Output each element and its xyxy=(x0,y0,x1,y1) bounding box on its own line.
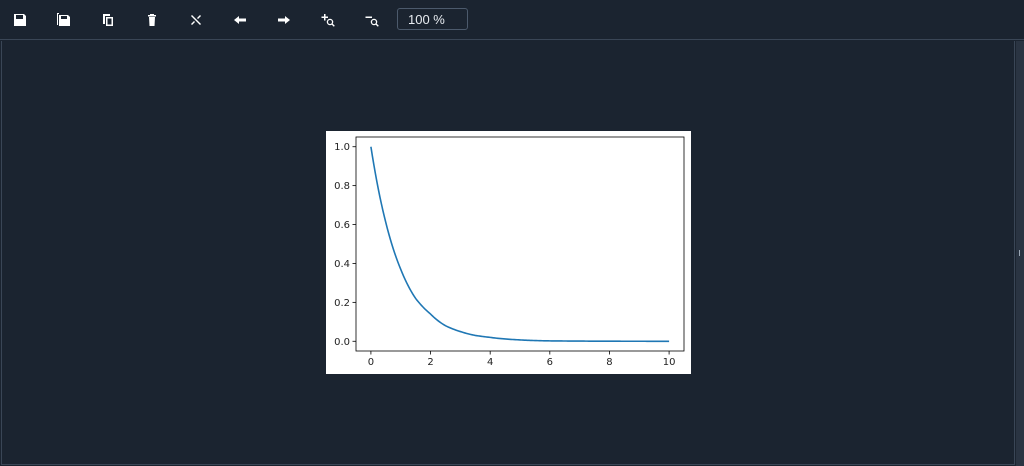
back-button[interactable] xyxy=(228,8,252,32)
line-chart: 0 2 4 6 8 10 0.0 0.2 0.4 0.6 0.8 1.0 xyxy=(334,136,685,368)
x-tick-label: 8 xyxy=(606,357,612,368)
zoom-out-icon xyxy=(365,16,379,27)
y-tick-label: 0.6 xyxy=(334,220,350,231)
zoom-in-icon xyxy=(321,14,335,27)
save-icon xyxy=(14,14,26,26)
y-tick-label: 1.0 xyxy=(334,142,350,153)
y-tick-label: 0.8 xyxy=(334,181,350,192)
zoom-in-button[interactable] xyxy=(316,8,340,32)
delete-button[interactable] xyxy=(140,8,164,32)
toolbar: 100 % xyxy=(0,0,1024,40)
plot-frame xyxy=(355,136,685,352)
save-as-icon xyxy=(57,13,70,26)
delete-icon xyxy=(148,14,156,26)
side-panel-grip-icon[interactable] xyxy=(1019,250,1020,256)
series-line xyxy=(370,146,670,343)
forward-arrow-icon xyxy=(278,16,290,24)
zoom-level-display[interactable]: 100 % xyxy=(397,8,468,30)
clear-button[interactable] xyxy=(184,8,208,32)
save-as-button[interactable] xyxy=(52,8,76,32)
copy-icon xyxy=(103,14,113,26)
clear-icon xyxy=(191,15,201,25)
y-tick-label: 0.4 xyxy=(334,259,350,270)
plot-figure: 0 2 4 6 8 10 0.0 0.2 0.4 0.6 0.8 1.0 xyxy=(326,131,691,374)
forward-button[interactable] xyxy=(272,8,296,32)
copy-button[interactable] xyxy=(96,8,120,32)
x-tick-label: 10 xyxy=(663,357,676,368)
x-tick-label: 2 xyxy=(427,357,433,368)
x-tick-label: 6 xyxy=(547,357,553,368)
y-tick-label: 0.0 xyxy=(334,337,350,348)
side-panel-strip[interactable] xyxy=(1016,41,1024,466)
x-tick-label: 4 xyxy=(487,357,493,368)
zoom-out-button[interactable] xyxy=(360,8,384,32)
x-tick-label: 0 xyxy=(368,357,374,368)
back-arrow-icon xyxy=(234,16,246,24)
save-button[interactable] xyxy=(8,8,32,32)
y-tick-label: 0.2 xyxy=(334,298,350,309)
